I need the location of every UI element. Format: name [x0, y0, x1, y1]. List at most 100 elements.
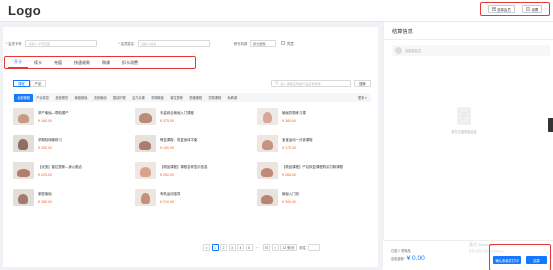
product-name: 孕期轻体脆练习: [38, 138, 62, 142]
tab-quick-pay[interactable]: 快速收款: [68, 60, 96, 68]
select-member-button[interactable]: 选择会员: [487, 5, 515, 13]
segment-product[interactable]: 产品: [29, 80, 47, 87]
product-name: 天姿综合瑜伽入门课程: [160, 111, 194, 115]
product-card[interactable]: 【优惠】普拉提斯—身心融合 ¥ 225.00: [13, 162, 127, 184]
product-card[interactable]: 【精品课程】课程名称显示信息 ¥ 250.00: [135, 162, 249, 184]
prev-page-button[interactable]: <: [203, 244, 210, 251]
pagination: < 1 2 3 4 5 ··· 76 > 12 条/页 前往: [203, 243, 321, 252]
category-item[interactable]: 孕期瑜伽: [148, 94, 167, 102]
product-thumbnail: [135, 135, 156, 152]
goto-input[interactable]: [308, 244, 321, 251]
product-card[interactable]: 【精品课程】产后恢复课程购买付款课程 ¥ 268.00: [257, 162, 371, 184]
product-card[interactable]: 瑜伽入门班 ¥ 300.00: [257, 189, 371, 211]
product-card[interactable]: 骨盆课程，恢复身体平衡 ¥ 150.00: [135, 135, 249, 157]
page-size-select[interactable]: 12 条/页: [280, 244, 298, 251]
product-price: ¥ 250.00: [160, 173, 174, 177]
product-name: 骨盆课程，恢复身体平衡: [160, 138, 198, 142]
product-name: 宝宝运动一分钟课程: [282, 138, 313, 142]
settlement-footer: 已选 0 项商品 应收金额: ¥ 0.00 激活 Windows 转到“设置”以激…: [383, 240, 553, 270]
product-price: ¥ 210.00: [160, 200, 174, 204]
settings-button[interactable]: 设置: [522, 5, 543, 13]
product-name: 瑜伽入门班: [282, 192, 299, 196]
amount-label: 应收金额:: [391, 257, 405, 261]
tab-card-deduct[interactable]: 扣卡消费: [116, 60, 144, 68]
tab-open-card[interactable]: 开卡: [8, 59, 28, 68]
product-card[interactable]: 天姿综合瑜伽入门课程 ¥ 375.00: [135, 108, 249, 130]
product-thumbnail: [135, 189, 156, 206]
search-input[interactable]: 输入课程名称或产品名称搜索: [271, 80, 351, 87]
segment-course[interactable]: 课程: [13, 80, 30, 87]
settlement-panel: 结算信息 请选择会员 暂无已选商品信息: [383, 22, 553, 270]
product-name: 有氧运动指导: [160, 192, 181, 196]
page-number[interactable]: 4: [237, 244, 244, 251]
category-item[interactable]: 普拉提斯: [167, 94, 186, 102]
search-button[interactable]: 搜索: [354, 80, 371, 87]
category-item[interactable]: 冥想课程: [205, 94, 224, 102]
member-name-label: *会员姓名: [118, 41, 134, 46]
category-item[interactable]: 婴幼护理: [110, 94, 129, 102]
product-thumbnail: [13, 135, 34, 152]
divider: [384, 39, 553, 40]
member-placeholder[interactable]: 请选择会员: [392, 45, 550, 56]
product-name: 瑜伽冥想练习课: [282, 111, 306, 115]
category-item[interactable]: 流竞瑜伽: [91, 94, 110, 102]
member-card-input[interactable]: 请输入卡号匹配: [25, 39, 98, 47]
category-item[interactable]: 瑜伽基础: [71, 94, 90, 102]
select-member-label: 选择会员: [497, 7, 511, 12]
page-number[interactable]: 3: [228, 244, 236, 251]
page-ellipsis[interactable]: ···: [254, 244, 261, 251]
product-price: ¥ 180.00: [38, 119, 52, 123]
points-select[interactable]: 积分抵现: [250, 39, 277, 47]
total-amount: ¥ 0.00: [406, 255, 425, 262]
product-card[interactable]: 孕产瑜伽—帮助顺产 ¥ 180.00: [13, 108, 127, 130]
next-page-button[interactable]: >: [271, 244, 279, 251]
confirm-pay-button[interactable]: 确认收款并打印: [493, 256, 521, 264]
app-logo: Logo: [8, 3, 41, 18]
agree-checkbox[interactable]: 同意: [281, 41, 294, 46]
avatar: [395, 47, 402, 54]
page-number[interactable]: 2: [220, 244, 227, 251]
page-number[interactable]: 5: [245, 244, 253, 251]
search-placeholder: 输入课程名称或产品名称搜索: [280, 82, 321, 86]
product-thumbnail: [135, 162, 156, 179]
checkout-button[interactable]: 结算: [526, 256, 547, 264]
top-header: Logo 选择会员 设置: [0, 0, 553, 22]
member-name-input[interactable]: 请输入姓名: [137, 39, 210, 47]
category-item[interactable]: 私教课: [224, 94, 240, 102]
product-thumbnail: [257, 135, 278, 152]
search-icon: [275, 81, 279, 86]
settings-label: 设置: [531, 7, 539, 12]
product-card[interactable]: 宝宝运动一分钟课程 ¥ 175.00: [257, 135, 371, 157]
user-icon: [491, 6, 496, 12]
category-more[interactable]: 更多 ▾: [355, 94, 370, 102]
product-name: 【优惠】普拉提斯—身心融合: [38, 165, 83, 169]
product-card[interactable]: 瑜伽冥想练习课 ¥ 385.00: [257, 108, 371, 130]
category-item[interactable]: 舒缓课程: [186, 94, 205, 102]
product-thumbnail: [135, 108, 156, 125]
product-card[interactable]: 有氧运动指导 ¥ 210.00: [135, 189, 249, 211]
product-card[interactable]: 孕期轻体脆练习 ¥ 150.00: [13, 135, 127, 157]
tab-recharge[interactable]: 充值: [48, 60, 68, 68]
product-price: ¥ 225.00: [38, 173, 52, 177]
chevron-down-icon: ▾: [365, 96, 367, 100]
page-number-last[interactable]: 76: [262, 244, 271, 251]
member-hint: 请选择会员: [405, 49, 421, 53]
product-name: 家庭瑜伽: [38, 192, 52, 196]
product-price: ¥ 268.00: [282, 173, 296, 177]
product-thumbnail: [13, 189, 34, 206]
product-price: ¥ 385.00: [282, 119, 296, 123]
product-thumbnail: [257, 189, 278, 206]
side-collapse-handle[interactable]: [548, 118, 553, 132]
product-price: ¥ 175.00: [282, 146, 296, 150]
category-item[interactable]: 活力对课: [129, 94, 148, 102]
product-price: ¥ 375.00: [160, 119, 174, 123]
page-number[interactable]: 1: [211, 244, 219, 251]
category-item[interactable]: 瘦身塑形: [52, 94, 71, 102]
tab-buy-course[interactable]: 购课: [96, 60, 116, 68]
category-item[interactable]: 产后恢复: [33, 94, 52, 102]
category-all[interactable]: 全部课程: [14, 93, 34, 102]
empty-document-icon: [456, 107, 472, 125]
member-form: *会员卡号 请输入卡号匹配 *会员姓名 请输入姓名 积分扣减 积分抵现 同意: [3, 38, 378, 48]
product-card[interactable]: 家庭瑜伽 ¥ 285.00: [13, 189, 127, 211]
tab-renew-card[interactable]: 续卡: [28, 60, 48, 68]
